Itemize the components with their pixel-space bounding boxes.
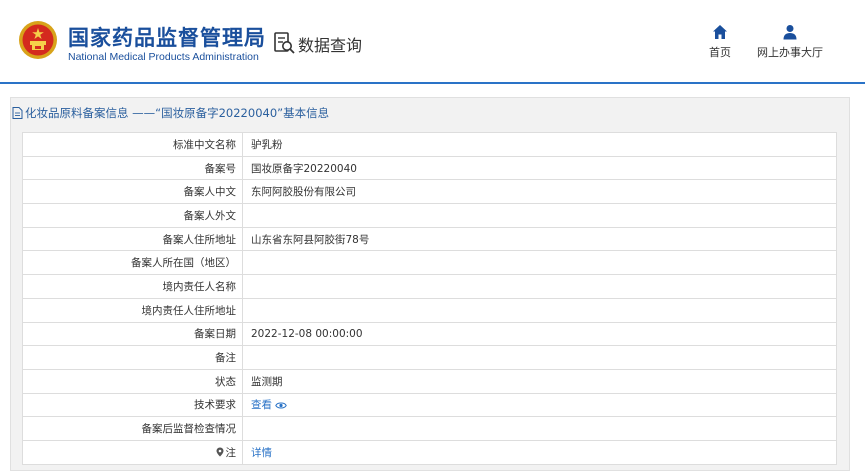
table-row: 技术要求 查看: [22, 392, 837, 418]
row-label: 备案人所在国（地区）: [22, 250, 243, 276]
eye-icon[interactable]: [275, 401, 287, 410]
table-row: 备案后监督检查情况: [22, 416, 837, 441]
row-label-note: 注: [22, 439, 243, 465]
details-link[interactable]: 详情: [251, 447, 272, 459]
view-tech-requirements-link[interactable]: 查看: [251, 399, 272, 411]
table-row: 注 详情: [22, 439, 837, 465]
table-row: 境内责任人名称: [22, 274, 837, 299]
row-value: 查看: [242, 392, 837, 418]
nav-home[interactable]: 首页: [702, 24, 738, 60]
row-value: [242, 203, 837, 228]
home-icon: [713, 25, 727, 39]
row-label: 备案人中文: [22, 179, 243, 205]
data-query-label[interactable]: 数据查询: [298, 32, 362, 56]
row-value: 详情: [242, 439, 837, 465]
nav-home-label: 首页: [709, 46, 731, 59]
row-label: 备案日期: [22, 321, 243, 347]
user-icon: [783, 25, 797, 40]
info-table: 标准中文名称 驴乳粉 备案号 国妆原备字20220040 备案人中文 东阿阿胶股…: [22, 132, 837, 465]
row-value: 驴乳粉: [242, 132, 837, 157]
row-value: [242, 274, 837, 299]
row-value: [242, 250, 837, 276]
table-row: 备案人外文: [22, 203, 837, 228]
table-row: 备案人住所地址 山东省东阿县阿胶街78号: [22, 226, 837, 252]
table-row: 备案人所在国（地区）: [22, 250, 837, 276]
table-row: 境内责任人住所地址: [22, 297, 837, 323]
nav-online-hall[interactable]: 网上办事大厅: [753, 24, 827, 60]
brand-title-cn: 国家药品监督管理局: [68, 26, 266, 50]
row-value: 国妆原备字20220040: [242, 155, 837, 181]
row-label: 标准中文名称: [22, 132, 243, 157]
site-header: 国家药品监督管理局 National Medical Products Admi…: [0, 0, 865, 84]
row-label: 备案号: [22, 155, 243, 181]
row-value: 山东省东阿县阿胶街78号: [242, 226, 837, 252]
row-label: 备案人外文: [22, 203, 243, 228]
row-label: 境内责任人住所地址: [22, 297, 243, 323]
row-label: 技术要求: [22, 392, 243, 418]
row-label: 备注: [22, 345, 243, 370]
row-label: 注: [225, 446, 237, 459]
row-value: 监测期: [242, 368, 837, 394]
row-label: 状态: [22, 368, 243, 394]
row-value: 2022-12-08 00:00:00: [242, 321, 837, 347]
table-row: 标准中文名称 驴乳粉: [22, 132, 837, 157]
row-value: 东阿阿胶股份有限公司: [242, 179, 837, 205]
row-value: [242, 416, 837, 441]
location-pin-icon: [216, 447, 223, 457]
row-label: 备案后监督检查情况: [22, 416, 243, 441]
panel-title-text: 化妆品原料备案信息 ——“国妆原备字20220040”基本信息: [25, 106, 330, 120]
table-row: 状态 监测期: [22, 368, 837, 394]
panel-title: 化妆品原料备案信息 ——“国妆原备字20220040”基本信息: [12, 105, 329, 123]
nav-online-hall-label: 网上办事大厅: [757, 46, 823, 59]
table-row: 备案号 国妆原备字20220040: [22, 155, 837, 181]
data-query-icon: [274, 32, 295, 54]
row-value: [242, 297, 837, 323]
row-label: 境内责任人名称: [22, 274, 243, 299]
row-value: [242, 345, 837, 370]
row-label: 备案人住所地址: [22, 226, 243, 252]
table-row: 备注: [22, 345, 837, 370]
table-row: 备案人中文 东阿阿胶股份有限公司: [22, 179, 837, 205]
document-icon: [12, 107, 23, 119]
table-row: 备案日期 2022-12-08 00:00:00: [22, 321, 837, 347]
national-emblem-icon: [19, 21, 57, 59]
brand-title-en: National Medical Products Administration: [68, 51, 259, 63]
